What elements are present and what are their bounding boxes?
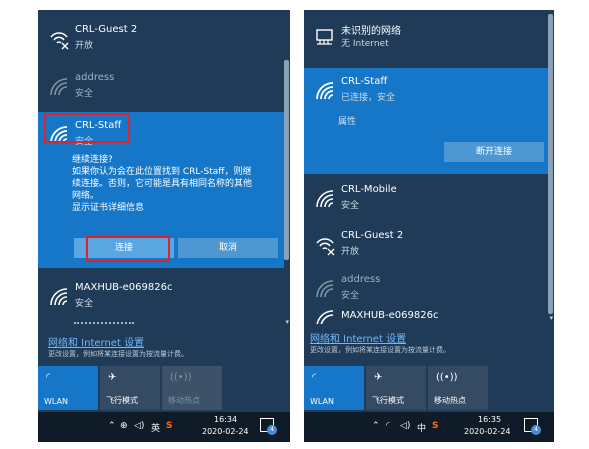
- network-tray-icon[interactable]: ⊕: [120, 421, 128, 431]
- annotation-highlight-network: [44, 113, 130, 143]
- network-name: CRL-Guest 2: [75, 24, 138, 35]
- properties-link[interactable]: 属性: [338, 116, 548, 128]
- tile-wlan[interactable]: ◜ WLAN: [38, 366, 98, 410]
- volume-icon[interactable]: ◁): [400, 421, 410, 431]
- show-hidden-icons-icon[interactable]: ⌃: [372, 421, 380, 431]
- network-name: address: [75, 72, 115, 83]
- tile-label: WLAN: [310, 397, 335, 406]
- clock-time[interactable]: 16:34: [214, 415, 237, 424]
- wifi-icon: [316, 82, 334, 100]
- prompt-body-line-1: 如果你认为会在此位置找到 CRL-Staff，则继: [72, 167, 252, 177]
- action-center-icon[interactable]: 4: [524, 418, 541, 435]
- wifi-tile-icon: ◜: [46, 372, 50, 383]
- network-status: 安全: [341, 291, 360, 301]
- network-status: 安全: [341, 201, 360, 211]
- wifi-tile-icon: ◜: [312, 372, 316, 383]
- network-settings-link[interactable]: 网络和 Internet 设置: [310, 330, 406, 345]
- wifi-open-icon: [50, 32, 69, 50]
- scroll-down-icon[interactable]: ▾: [549, 314, 553, 322]
- hotspot-icon: ((•)): [436, 372, 458, 383]
- tile-label: WLAN: [44, 397, 69, 406]
- network-status: 安全: [75, 89, 94, 99]
- show-hidden-icons-icon[interactable]: ⌃: [108, 421, 116, 431]
- network-name: MAXHUB-e069826c: [75, 282, 173, 293]
- wifi-icon: [316, 190, 334, 208]
- notification-count: 4: [531, 425, 541, 435]
- quick-actions: ◜ WLAN ✈ 飞行模式 ((•)) 移动热点: [38, 366, 290, 410]
- network-flyout-left: CRL-Guest 2 开放 address 安全 CRL-Staff 安全 继…: [38, 10, 290, 442]
- network-item-crl-mobile[interactable]: CRL-Mobile 安全: [304, 176, 554, 224]
- annotation-highlight-connect: [86, 236, 170, 262]
- show-certificate-details-link[interactable]: 显示证书详细信息: [72, 202, 282, 214]
- network-item-crl-staff[interactable]: CRL-Staff 已连接，安全: [304, 68, 548, 116]
- network-status: 已连接，安全: [341, 93, 396, 103]
- prompt-title: 继续连接?: [72, 155, 113, 165]
- clock-time[interactable]: 16:35: [478, 415, 501, 424]
- tile-airplane-mode[interactable]: ✈ 飞行模式: [100, 366, 160, 410]
- sogou-s-icon[interactable]: S: [166, 421, 172, 431]
- prompt-body-line-2: 续连接。否则，它可能是具有相同名称的其他: [72, 179, 253, 189]
- taskbar: ⌃ ⊕ ◁) 英 S 16:34 2020-02-24 4: [38, 412, 290, 442]
- quick-actions: ◜ WLAN ✈ 飞行模式 ((•)) 移动热点: [304, 366, 554, 410]
- clock-date[interactable]: 2020-02-24: [464, 427, 511, 436]
- scrollbar[interactable]: [548, 14, 553, 314]
- tile-mobile-hotspot[interactable]: ((•)) 移动热点: [162, 366, 222, 410]
- network-status: 开放: [75, 41, 94, 51]
- airplane-icon: ✈: [374, 372, 383, 383]
- network-status: 安全: [75, 299, 94, 309]
- wifi-open-icon: [316, 238, 335, 256]
- settings-hint: 更改设置，例如将某连接设置为按流量计费。: [48, 350, 188, 358]
- network-name: 未识别的网络: [341, 26, 401, 37]
- truncated-network-item: [74, 322, 134, 325]
- prompt-body-line-3: 网络。: [72, 191, 100, 201]
- network-name: CRL-Mobile: [341, 184, 397, 195]
- network-item-crl-guest-2[interactable]: CRL-Guest 2 开放: [304, 222, 554, 270]
- tile-label: 移动热点: [168, 396, 200, 405]
- taskbar: ⌃ ◜ ◁) 中 S 16:35 2020-02-24 4: [304, 412, 554, 442]
- network-name: CRL-Guest 2: [341, 230, 404, 241]
- network-tray-icon[interactable]: ◜: [386, 421, 390, 431]
- sogou-s-icon[interactable]: S: [432, 421, 438, 431]
- ime-indicator[interactable]: 英: [151, 421, 160, 434]
- network-item-crl-guest-2[interactable]: CRL-Guest 2 开放: [38, 16, 290, 64]
- tile-wlan[interactable]: ◜ WLAN: [304, 366, 364, 410]
- network-status: 无 Internet: [341, 39, 389, 49]
- tile-airplane-mode[interactable]: ✈ 飞行模式: [366, 366, 426, 410]
- hotspot-icon: ((•)): [170, 372, 192, 383]
- airplane-icon: ✈: [108, 372, 117, 383]
- wifi-icon: [50, 288, 68, 306]
- settings-hint: 更改设置，例如将某连接设置为按流量计费。: [310, 346, 450, 354]
- network-item-crl-staff-connected[interactable]: CRL-Staff 已连接，安全 属性 断开连接: [304, 68, 548, 174]
- wifi-icon: [316, 310, 334, 324]
- action-center-icon[interactable]: 4: [260, 418, 277, 435]
- network-flyout-right: 未识别的网络 无 Internet CRL-Staff 已连接，安全 属性 断开…: [304, 10, 554, 442]
- disconnect-button[interactable]: 断开连接: [444, 142, 544, 162]
- ime-indicator[interactable]: 中: [417, 421, 426, 434]
- clock-date[interactable]: 2020-02-24: [202, 427, 249, 436]
- network-item-address[interactable]: address 安全: [38, 64, 290, 112]
- network-status: 开放: [341, 247, 360, 257]
- wifi-weak-icon: [316, 280, 334, 298]
- scroll-down-icon[interactable]: ▾: [285, 318, 289, 326]
- network-item-maxhub[interactable]: MAXHUB-e069826c: [304, 306, 554, 324]
- network-name: CRL-Staff: [341, 76, 388, 87]
- network-settings-link[interactable]: 网络和 Internet 设置: [48, 334, 144, 349]
- ethernet-icon: [316, 29, 333, 45]
- cancel-button[interactable]: 取消: [178, 238, 278, 258]
- network-item-unidentified[interactable]: 未识别的网络 无 Internet: [304, 14, 554, 54]
- notification-count: 4: [267, 425, 277, 435]
- tile-label: 移动热点: [434, 396, 466, 405]
- scrollbar[interactable]: [284, 60, 289, 260]
- network-name: address: [341, 274, 381, 285]
- network-item-maxhub[interactable]: MAXHUB-e069826c 安全: [38, 274, 290, 322]
- tile-mobile-hotspot[interactable]: ((•)) 移动热点: [428, 366, 488, 410]
- tile-label: 飞行模式: [106, 396, 138, 405]
- tile-label: 飞行模式: [372, 396, 404, 405]
- volume-icon[interactable]: ◁): [134, 421, 144, 431]
- network-name: MAXHUB-e069826c: [341, 310, 439, 321]
- wifi-weak-icon: [50, 78, 68, 96]
